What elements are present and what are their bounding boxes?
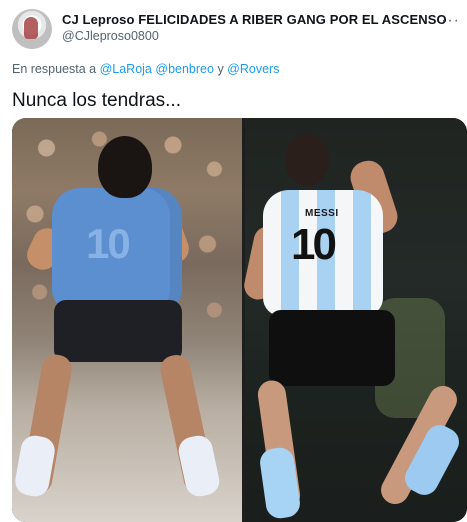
reply-conjunction: y: [217, 62, 224, 76]
shirt-number: 10: [86, 220, 131, 267]
player-head: [285, 134, 329, 186]
photo-maradona[interactable]: 10: [12, 118, 242, 522]
user-avatar[interactable]: [12, 9, 52, 49]
tweet-header: CJ Leproso FELICIDADES A RIBER GANG POR …: [12, 8, 462, 50]
reply-user-rovers[interactable]: @Rovers: [227, 62, 279, 76]
reply-context: En respuesta a @LaRoja @benbreo y @Rover…: [12, 62, 279, 76]
tweet-card: CJ Leproso FELICIDADES A RIBER GANG POR …: [0, 0, 467, 522]
reply-user-laroja[interactable]: @LaRoja: [100, 62, 152, 76]
tweet-text: Nunca los tendras...: [12, 90, 181, 111]
player-shorts: [54, 300, 182, 362]
player-head: [98, 136, 152, 198]
shirt-name: MESSI: [305, 208, 339, 219]
reply-prefix: En respuesta a: [12, 62, 97, 76]
player-sock-left: [13, 433, 57, 499]
player-shorts: [269, 310, 395, 386]
shirt-number: 10: [291, 220, 337, 269]
tweet-media[interactable]: 10 MESSI 10: [12, 118, 467, 522]
more-options-icon[interactable]: ···: [441, 12, 460, 30]
user-handle[interactable]: @CJleproso0800: [62, 29, 159, 43]
reply-user-benbreo[interactable]: @benbreo: [155, 62, 214, 76]
photo-messi[interactable]: MESSI 10: [241, 118, 467, 522]
user-display-name[interactable]: CJ Leproso FELICIDADES A RIBER GANG POR …: [62, 12, 447, 27]
player-sock-right: [176, 433, 222, 499]
player-sock-left: [258, 445, 302, 521]
